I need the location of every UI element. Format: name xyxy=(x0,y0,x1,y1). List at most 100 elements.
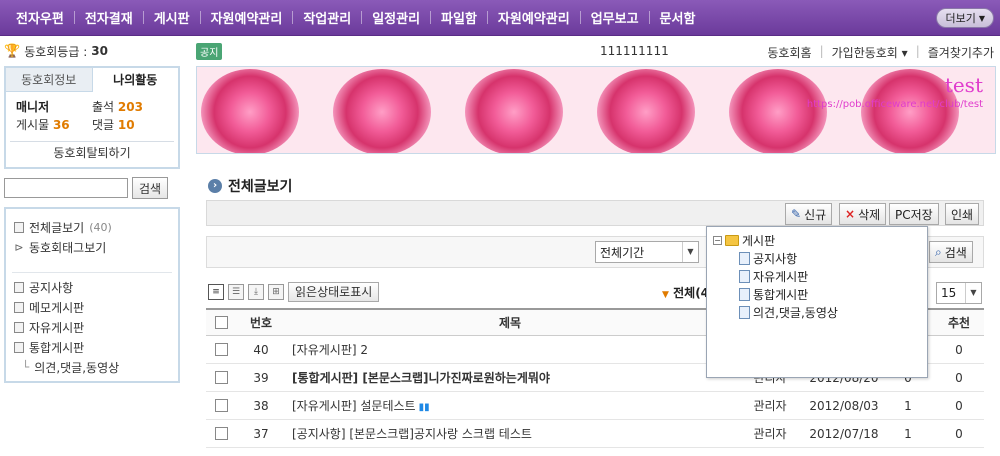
row-checkbox[interactable] xyxy=(214,427,228,440)
select-all-checkbox[interactable] xyxy=(214,316,228,329)
row-title-text[interactable]: [자유게시판] 설문테스트 xyxy=(292,399,416,413)
row-checkbox[interactable] xyxy=(214,371,228,384)
nav-item-resource-1[interactable]: 자원예약관리 xyxy=(201,8,293,27)
search-input[interactable] xyxy=(4,178,128,198)
bullet-icon: › xyxy=(208,179,222,193)
tree-root[interactable]: − 게시판 xyxy=(713,231,921,249)
delete-button[interactable]: × 삭제 xyxy=(839,203,887,225)
arrow-right-icon: ⊳ xyxy=(14,240,24,254)
document-icon xyxy=(739,305,750,319)
rose-image xyxy=(597,69,695,153)
comments-value: 10 xyxy=(117,118,135,132)
row-recommend: 0 xyxy=(955,342,963,357)
posts-label: 게시물 xyxy=(16,118,50,132)
search-icon: ⌕ xyxy=(935,244,942,259)
tab-my-activity[interactable]: 나의활동 xyxy=(93,68,179,92)
nav-item-report[interactable]: 업무보고 xyxy=(581,8,649,27)
header-recommend[interactable]: 추천 xyxy=(934,314,984,331)
banner-url: https://pob.officeware.net/club/test xyxy=(806,99,983,110)
row-title-text[interactable]: [공지사항] [본문스크랩]공지사랑 스크랩 테스트 xyxy=(292,427,532,441)
left-sidebar: 🏆 동호회등급 : 30 동호회정보 나의활동 매니저 출석 203 게시물 3… xyxy=(4,40,180,383)
download-icon[interactable]: ⤓ xyxy=(248,284,264,300)
notice-text[interactable]: 111111111 xyxy=(600,44,669,58)
row-checkbox[interactable] xyxy=(214,399,228,412)
row-title[interactable]: [자유게시판] 2 xyxy=(286,341,734,358)
header-no[interactable]: 번호 xyxy=(236,314,286,331)
menu-board-memo[interactable]: 메모게시판 xyxy=(14,297,170,317)
mark-read-button[interactable]: 읽은상태로표시 xyxy=(288,282,380,302)
board-label: 자유게시판 xyxy=(29,320,85,335)
total-count[interactable]: ▼ 전체(4 xyxy=(662,284,709,301)
leave-club-link[interactable]: 동호회탈퇴하기 xyxy=(10,141,174,163)
nav-item-task[interactable]: 작업관리 xyxy=(293,8,361,27)
profile-tabs: 동호회정보 나의활동 xyxy=(6,68,178,92)
row-no: 38 xyxy=(253,398,269,413)
list-icon xyxy=(14,221,24,233)
board-label: 통합게시판 xyxy=(29,340,85,355)
row-hits: 1 xyxy=(904,426,912,441)
collapse-icon[interactable]: − xyxy=(713,235,722,245)
info-bar: 공지 111111111 동호회홈 | 가입한동호회 ▾ | 즐겨찾기추가 xyxy=(196,40,996,62)
top-navigation: 전자우편 전자결재 게시판 자원예약관리 작업관리 일정관리 파일함 자원예약관… xyxy=(0,0,1000,36)
nav-item-board[interactable]: 게시판 xyxy=(144,8,200,27)
sidebar-search: 검색 xyxy=(4,177,180,199)
club-home-link[interactable]: 동호회홈 xyxy=(767,44,811,61)
new-post-button[interactable]: ✎ 신규 xyxy=(785,203,833,225)
tree-item[interactable]: 통합게시판 xyxy=(713,285,921,303)
row-title[interactable]: [공지사항] [본문스크랩]공지사랑 스크랩 테스트 xyxy=(286,425,734,442)
menu-board-free[interactable]: 자유게시판 xyxy=(14,317,170,337)
club-banner: test https://pob.officeware.net/club/tes… xyxy=(196,66,996,154)
print-button[interactable]: 인쇄 xyxy=(945,203,980,225)
menu-all-label: 전체글보기 xyxy=(29,220,85,235)
search-button[interactable]: 검색 xyxy=(132,177,169,199)
page-size-select[interactable]: 15 ▼ xyxy=(936,282,982,304)
row-recommend: 0 xyxy=(955,426,963,441)
attendance-stat: 출석 203 xyxy=(92,98,168,115)
nav-item-schedule[interactable]: 일정관리 xyxy=(362,8,430,27)
tree-item[interactable]: 자유게시판 xyxy=(713,267,921,285)
filter-search-button[interactable]: ⌕ 검색 xyxy=(929,241,973,263)
table-row: 37 [공지사항] [본문스크랩]공지사랑 스크랩 테스트 관리자 2012/0… xyxy=(206,420,984,448)
list-view-icon[interactable]: ≡ xyxy=(208,284,224,300)
board-icon xyxy=(14,301,24,313)
row-title-text[interactable]: [통합게시판] [본문스크랩]니가진짜로원하는게뭐야 xyxy=(292,371,550,385)
rose-image xyxy=(201,69,299,153)
header-title[interactable]: 제목 xyxy=(286,314,734,331)
tree-item[interactable]: 의견,댓글,동영상 xyxy=(713,303,921,321)
menu-all-posts[interactable]: 전체글보기 (40) xyxy=(14,217,170,237)
row-no: 39 xyxy=(253,370,269,385)
grid-view-icon[interactable]: ⊞ xyxy=(268,284,284,300)
trophy-icon: 🏆 xyxy=(4,43,21,59)
period-select-value: 전체기간 xyxy=(600,245,645,260)
row-title[interactable]: [자유게시판] 설문테스트 ▮▮ xyxy=(286,397,734,414)
tree-item[interactable]: 공지사항 xyxy=(713,249,921,267)
select-all-cell xyxy=(206,316,236,329)
add-favorite-link[interactable]: 즐겨찾기추가 xyxy=(928,44,994,61)
tree-item-label: 공지사항 xyxy=(753,251,798,266)
menu-board-opinion[interactable]: └ 의견,댓글,동영상 xyxy=(14,357,170,377)
menu-all-count: (40) xyxy=(89,220,112,234)
nav-item-mail[interactable]: 전자우편 xyxy=(6,8,74,27)
nav-item-resource-2[interactable]: 자원예약관리 xyxy=(488,8,580,27)
nav-item-files[interactable]: 파일함 xyxy=(431,8,487,27)
joined-clubs-link[interactable]: 가입한동호회 ▾ xyxy=(832,44,908,61)
menu-board-integrated[interactable]: 통합게시판 xyxy=(14,337,170,357)
document-icon xyxy=(739,287,750,301)
nav-item-documents[interactable]: 문서함 xyxy=(650,8,706,27)
nav-item-approval[interactable]: 전자결재 xyxy=(75,8,143,27)
row-title-text[interactable]: [자유게시판] 2 xyxy=(292,343,368,357)
sort-icon: ▼ xyxy=(662,290,669,300)
menu-board-notice[interactable]: 공지사항 xyxy=(14,277,170,297)
delete-icon: × xyxy=(845,207,856,221)
tab-club-info[interactable]: 동호회정보 xyxy=(6,68,93,92)
board-menu: 전체글보기 (40) ⊳ 동호회태그보기 공지사항 메모게시판 자유게시판 통합… xyxy=(4,207,180,383)
row-title[interactable]: [통합게시판] [본문스크랩]니가진짜로원하는게뭐야 xyxy=(286,369,734,386)
row-checkbox[interactable] xyxy=(214,343,228,356)
row-no: 37 xyxy=(253,426,269,441)
summary-view-icon[interactable]: ☰ xyxy=(228,284,244,300)
menu-club-tags[interactable]: ⊳ 동호회태그보기 xyxy=(14,237,170,257)
period-select[interactable]: 전체기간 ▼ xyxy=(595,241,699,263)
more-button[interactable]: 더보기 ▼ xyxy=(936,8,994,28)
board-icon xyxy=(14,321,24,333)
pc-save-button[interactable]: PC저장 xyxy=(889,203,939,225)
